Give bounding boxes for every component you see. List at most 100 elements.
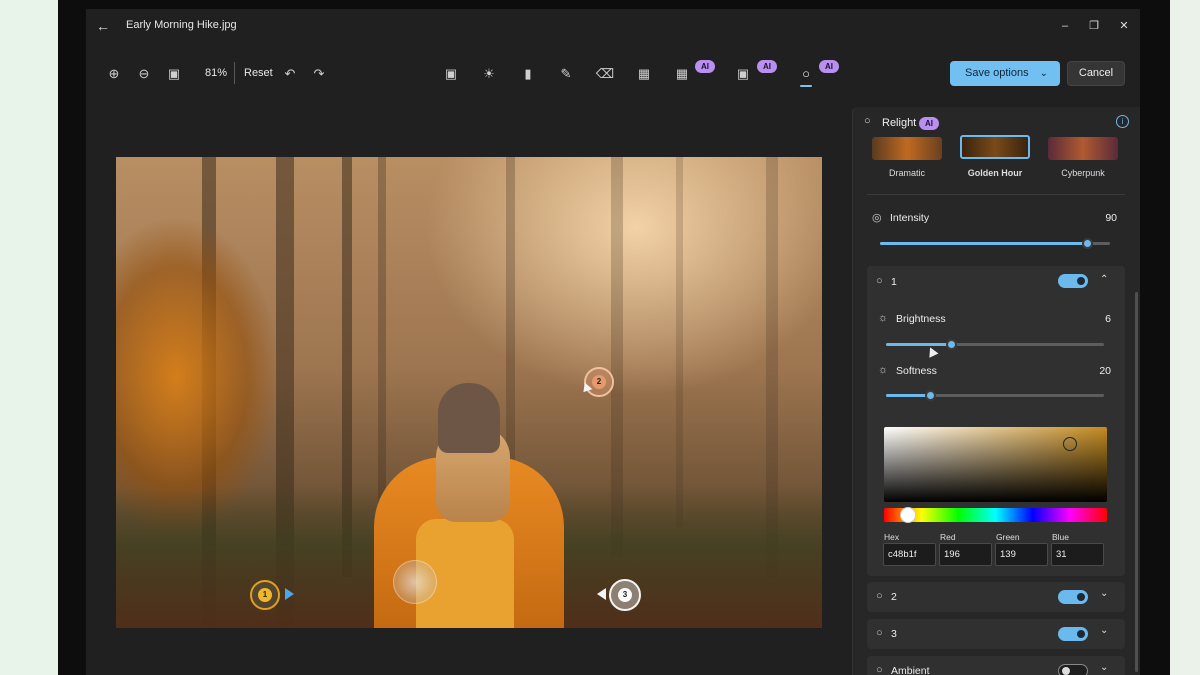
light-2-section[interactable]: ○ 2 ⌄: [867, 582, 1125, 612]
photo-canvas[interactable]: 1 2 3: [116, 157, 822, 628]
fit-to-window-icon[interactable]: ▣: [164, 64, 184, 84]
green-input[interactable]: 139: [995, 543, 1048, 566]
color-picker-cursor[interactable]: [1063, 437, 1077, 451]
intensity-value: 90: [1105, 212, 1117, 224]
photos-editor-window: ← Early Morning Hike.jpg – ❐ ✕ ⊕ ⊖ ▣ 81%…: [86, 9, 1140, 675]
intensity-slider[interactable]: [880, 238, 1110, 249]
chevron-down-icon[interactable]: ⌄: [1100, 662, 1108, 673]
hue-slider[interactable]: [884, 508, 1107, 522]
preset-thumbnail-dramatic[interactable]: [872, 137, 942, 160]
softness-icon: ☼: [878, 364, 889, 376]
brightness-icon: ☼: [878, 312, 889, 324]
save-options-button[interactable]: Save options ⌄: [950, 61, 1060, 86]
relight-bulb-icon[interactable]: ○: [796, 64, 816, 84]
panel-title: Relight: [882, 117, 917, 129]
light-pin-1[interactable]: 1: [250, 580, 280, 610]
slider-fill: [886, 394, 930, 397]
light-3-toggle[interactable]: [1058, 627, 1088, 641]
blur-background-icon[interactable]: ▦: [634, 64, 654, 84]
brightness-slider[interactable]: [886, 339, 1104, 350]
light-3-section[interactable]: ○ 3 ⌄: [867, 619, 1125, 649]
softness-label: Softness: [896, 365, 937, 377]
red-input[interactable]: 196: [939, 543, 992, 566]
zoom-in-icon[interactable]: ⊕: [104, 64, 124, 84]
light-3-label: 3: [891, 628, 897, 640]
crop-icon[interactable]: ▣: [441, 64, 461, 84]
reset-button[interactable]: Reset: [244, 67, 273, 79]
cancel-button[interactable]: Cancel: [1067, 61, 1125, 86]
light-1-label: 1: [891, 276, 897, 288]
bulb-icon: ○: [876, 275, 883, 287]
filter-icon[interactable]: ▮: [518, 64, 538, 84]
slider-thumb[interactable]: [924, 390, 936, 401]
blue-input[interactable]: 31: [1051, 543, 1104, 566]
toggle-knob: [1077, 630, 1085, 638]
ambient-label: Ambient: [891, 665, 930, 675]
preset-label: Golden Hour: [967, 168, 1023, 178]
markup-pen-icon[interactable]: ✎: [556, 64, 576, 84]
light-pin-label: 3: [618, 588, 632, 602]
hue-slider-thumb[interactable]: [900, 507, 916, 523]
info-icon[interactable]: i: [1116, 115, 1129, 128]
ambient-section[interactable]: ○ Ambient ⌄: [867, 656, 1125, 675]
remove-background-icon[interactable]: ▦: [672, 64, 692, 84]
generative-fill-icon[interactable]: ▣: [733, 64, 753, 84]
softness-value: 20: [1099, 365, 1111, 377]
minimize-icon[interactable]: –: [1054, 16, 1076, 36]
light-pin-3[interactable]: 3: [609, 579, 641, 611]
erase-icon[interactable]: ⌫: [595, 64, 615, 84]
light-direction-handle[interactable]: [597, 588, 606, 600]
light-2-label: 2: [891, 591, 897, 603]
preset-thumbnail-cyberpunk[interactable]: [1048, 137, 1118, 160]
back-arrow-icon[interactable]: ←: [94, 17, 112, 35]
bulb-icon: ○: [876, 590, 883, 602]
toggle-knob: [1062, 667, 1070, 675]
bulb-icon: ○: [876, 627, 883, 639]
hex-input[interactable]: c48b1f: [883, 543, 936, 566]
preset-thumbnail-golden-hour[interactable]: [960, 135, 1030, 159]
brightness-value: 6: [1105, 313, 1111, 325]
hex-label: Hex: [884, 532, 900, 542]
slider-fill: [886, 343, 952, 346]
green-label: Green: [996, 532, 1020, 542]
panel-header: ○ Relight AI i: [853, 107, 1140, 137]
blue-label: Blue: [1052, 532, 1070, 542]
toolbar-divider: [234, 62, 235, 84]
intensity-icon: ◎: [872, 212, 882, 224]
ambient-light-handle[interactable]: [393, 560, 437, 604]
light-1-toggle[interactable]: [1058, 274, 1088, 288]
light-2-toggle[interactable]: [1058, 590, 1088, 604]
zoom-level[interactable]: 81%: [205, 67, 227, 79]
undo-icon[interactable]: ↶: [280, 64, 300, 84]
brightness-label: Brightness: [896, 313, 946, 325]
save-options-label: Save options: [965, 67, 1029, 79]
light-direction-handle[interactable]: [285, 588, 294, 600]
bulb-icon: ○: [864, 115, 871, 127]
panel-scrollbar[interactable]: [1135, 292, 1138, 672]
intensity-label: Intensity: [890, 212, 930, 224]
adjust-brightness-icon[interactable]: ☀: [479, 64, 499, 84]
title-bar: ← Early Morning Hike.jpg – ❐ ✕: [86, 9, 1140, 43]
softness-slider[interactable]: [886, 390, 1104, 401]
active-tool-indicator: [800, 85, 812, 87]
chevron-up-icon[interactable]: ⌃: [1100, 274, 1108, 285]
chevron-down-icon[interactable]: ⌄: [1100, 625, 1108, 636]
zoom-out-icon[interactable]: ⊖: [134, 64, 154, 84]
chevron-down-icon: ⌄: [1039, 68, 1048, 79]
window-title: Early Morning Hike.jpg: [126, 19, 237, 31]
chevron-down-icon[interactable]: ⌄: [1100, 588, 1108, 599]
preset-label: Cyberpunk: [1061, 168, 1105, 178]
restore-icon[interactable]: ❐: [1083, 16, 1105, 36]
redo-icon[interactable]: ↷: [309, 64, 329, 84]
light-pin-label: 1: [258, 588, 272, 602]
divider: [867, 194, 1125, 195]
red-label: Red: [940, 532, 956, 542]
close-icon[interactable]: ✕: [1113, 16, 1135, 36]
slider-fill: [880, 242, 1087, 245]
ai-badge: AI: [819, 60, 839, 73]
ambient-toggle[interactable]: [1058, 664, 1088, 675]
slider-thumb[interactable]: [1082, 238, 1093, 249]
ai-badge: AI: [919, 117, 939, 130]
tree-trunk: [676, 157, 683, 527]
ai-badge: AI: [757, 60, 777, 73]
